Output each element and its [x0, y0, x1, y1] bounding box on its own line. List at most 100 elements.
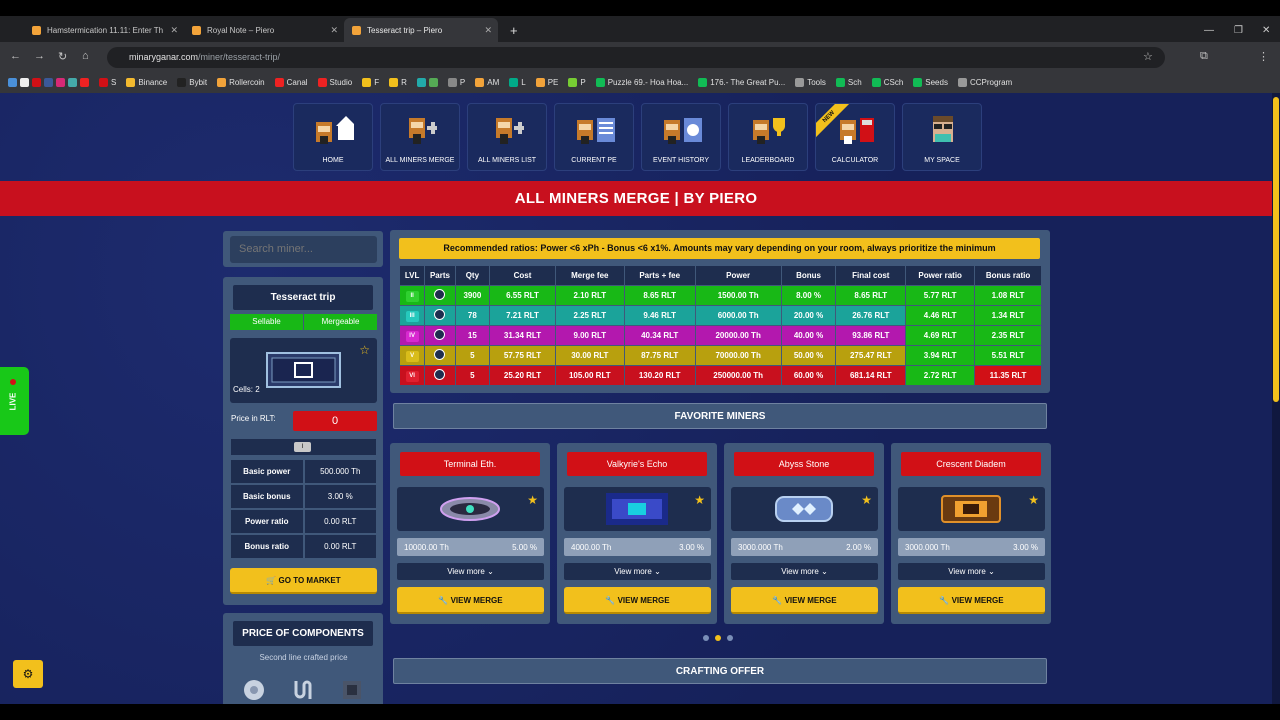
favorite-star-icon[interactable]: ★: [1028, 493, 1039, 507]
page-scrollbar[interactable]: [1272, 93, 1280, 704]
view-more-button[interactable]: View more ⌄: [898, 563, 1045, 580]
back-icon[interactable]: ←: [10, 50, 21, 62]
miner-name: Tesseract trip: [233, 285, 373, 310]
page-title-banner: ALL MINERS MERGE | BY PIERO: [0, 181, 1272, 216]
nav-all-miners-merge[interactable]: ALL MINERS MERGE: [380, 103, 460, 171]
search-input[interactable]: [230, 236, 377, 263]
bookmark-item[interactable]: Studio: [317, 78, 352, 87]
miner-name: Valkyrie's Echo: [567, 452, 707, 476]
table-cell: 275.47 RLT: [836, 346, 906, 365]
bookmark-item[interactable]: AM: [475, 78, 499, 87]
favorite-card: Terminal Eth. ★ 10000.00 Th 5.00 % View m…: [390, 443, 550, 624]
bookmark-star-icon[interactable]: ☆: [1143, 50, 1153, 63]
view-more-button[interactable]: View more ⌄: [397, 563, 544, 580]
stat-row: Basic bonus 3.00 %: [231, 485, 376, 508]
home-mascot-icon: [316, 116, 354, 144]
bookmark-item[interactable]: S: [99, 78, 116, 87]
table-cell: 3900: [455, 286, 490, 305]
price-input[interactable]: 0: [293, 411, 377, 431]
nav-all-miners-list[interactable]: ALL MINERS LIST: [467, 103, 547, 171]
maximize-icon[interactable]: ❐: [1226, 18, 1251, 42]
pe-mascot-icon: [577, 118, 615, 144]
nav-calculator[interactable]: NEW CALCULATOR: [815, 103, 895, 171]
bookmark-item[interactable]: [8, 78, 89, 87]
forward-icon[interactable]: →: [34, 50, 45, 62]
close-window-icon[interactable]: ✕: [1254, 18, 1278, 42]
browser-tab[interactable]: Royal Note – Piero ✕: [184, 18, 344, 42]
bookmark-item[interactable]: CSch: [871, 78, 903, 87]
table-header: LVL: [400, 266, 425, 285]
table-cell: 26.76 RLT: [836, 306, 906, 325]
slider-handle[interactable]: I: [294, 442, 311, 452]
level-badge: V: [405, 350, 419, 362]
nav-leaderboard[interactable]: LEADERBOARD: [728, 103, 808, 171]
browser-tab-active[interactable]: Tesseract trip – Piero ✕: [344, 18, 498, 42]
bookmark-item[interactable]: [416, 78, 438, 87]
bookmark-item[interactable]: Bybit: [177, 78, 207, 87]
view-more-button[interactable]: View more ⌄: [731, 563, 878, 580]
extensions-icon[interactable]: ⧉: [1200, 50, 1208, 63]
nav-event-history[interactable]: EVENT HISTORY: [641, 103, 721, 171]
bookmark-folder[interactable]: CCProgram: [957, 78, 1012, 87]
bookmark-item[interactable]: Binance: [126, 78, 167, 87]
miner-stats: 4000.00 Th 3.00 %: [564, 538, 711, 556]
bookmark-item[interactable]: L: [509, 78, 526, 87]
level-badge-cell: II: [400, 286, 425, 305]
view-merge-button[interactable]: 🔧 VIEW MERGE: [564, 587, 711, 614]
reload-icon[interactable]: ↻: [58, 50, 67, 63]
table-cell: 40.34 RLT: [624, 326, 695, 345]
bookmark-item[interactable]: P: [447, 78, 465, 87]
nav-my-space[interactable]: MY SPACE: [902, 103, 982, 171]
table-cell: 5: [455, 366, 490, 385]
bookmark-item[interactable]: Canal: [274, 78, 308, 87]
favorite-star-icon[interactable]: ☆: [359, 343, 370, 357]
bookmark-item[interactable]: Sch: [835, 78, 862, 87]
address-bar[interactable]: minaryganar.com/miner/tesseract-trip/: [107, 47, 1165, 68]
scrollbar-thumb[interactable]: [1273, 97, 1279, 402]
bookmark-item[interactable]: P: [568, 78, 586, 87]
live-tab[interactable]: LIVE: [0, 367, 29, 435]
table-cell: 9.46 RLT: [624, 306, 695, 325]
screen: Hamstermication 11.11: Enter Th ✕ Royal N…: [0, 0, 1280, 720]
level-slider[interactable]: I: [231, 439, 376, 455]
bookmark-folder[interactable]: Tools: [795, 78, 826, 87]
nav-home[interactable]: HOME: [293, 103, 373, 171]
bookmark-item[interactable]: PE: [535, 78, 558, 87]
go-to-market-button[interactable]: 🛒 GO TO MARKET: [230, 568, 377, 594]
close-icon[interactable]: ✕: [484, 25, 492, 36]
view-merge-button[interactable]: 🔧 VIEW MERGE: [397, 587, 544, 614]
menu-icon[interactable]: ⋮: [1258, 50, 1269, 63]
sellable-tag: Sellable: [230, 314, 303, 330]
history-mascot-icon: [664, 118, 702, 144]
valkyrie-miner-icon: [606, 493, 668, 525]
new-tab-button[interactable]: +: [502, 18, 526, 42]
browser-tab[interactable]: Hamstermication 11.11: Enter Th ✕: [24, 18, 184, 42]
home-icon[interactable]: ⌂: [82, 50, 89, 62]
view-merge-button[interactable]: 🔧 VIEW MERGE: [731, 587, 878, 614]
close-icon[interactable]: ✕: [170, 25, 178, 36]
favorite-star-icon[interactable]: ★: [861, 493, 872, 507]
bookmark-item[interactable]: Rollercoin: [217, 78, 265, 87]
bookmark-item[interactable]: Seeds: [913, 78, 948, 87]
view-more-button[interactable]: View more ⌄: [564, 563, 711, 580]
bookmark-item[interactable]: 176.- The Great Pu...: [698, 78, 785, 87]
bookmark-item[interactable]: Puzzle 69.- Hoa Hoa...: [595, 78, 688, 87]
bookmark-item[interactable]: R: [389, 78, 407, 87]
carousel-dot-active[interactable]: [715, 635, 721, 641]
components-title: PRICE OF COMPONENTS: [233, 621, 373, 646]
table-cell: 4.46 RLT: [906, 306, 975, 325]
nav-current-pe[interactable]: CURRENT PE: [554, 103, 634, 171]
carousel-dot[interactable]: [727, 635, 733, 641]
carousel-dot[interactable]: [703, 635, 709, 641]
piero-favicon-icon: [352, 25, 361, 35]
table-row: III 78 7.21 RLT 2.25 RLT 9.46 RLT 6000.00 Th 2…: [400, 306, 1041, 325]
settings-gear-button[interactable]: ⚙: [13, 660, 43, 688]
bookmark-item[interactable]: F: [362, 78, 379, 87]
favorite-star-icon[interactable]: ★: [694, 493, 705, 507]
view-merge-button[interactable]: 🔧 VIEW MERGE: [898, 587, 1045, 614]
minimize-icon[interactable]: —: [1196, 18, 1222, 42]
table-cell: 11.35 RLT: [975, 366, 1041, 385]
close-icon[interactable]: ✕: [330, 25, 338, 36]
favorite-star-icon[interactable]: ★: [527, 493, 538, 507]
trophy-mascot-icon: [753, 118, 785, 144]
